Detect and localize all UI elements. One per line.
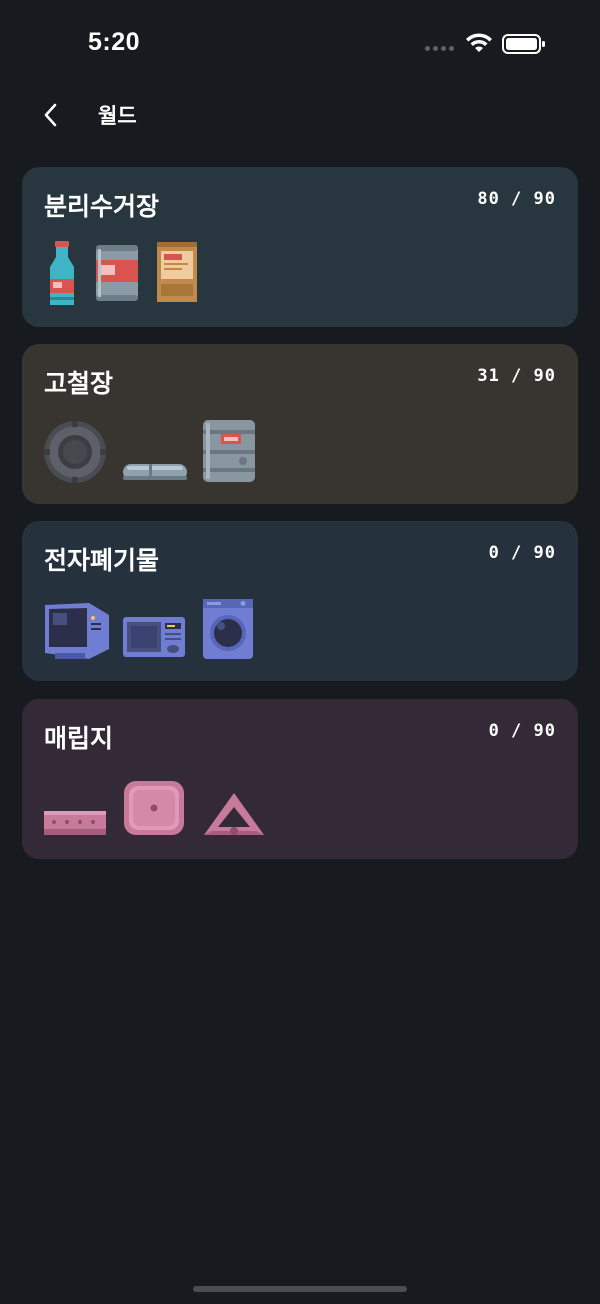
pipe-icon <box>123 464 187 480</box>
world-name: 전자폐기물 <box>44 546 160 575</box>
world-progress-count: 31 / 90 <box>477 366 556 386</box>
status-time: 5:20 <box>88 28 141 56</box>
world-card-recycling[interactable]: 분리수거장 80 / 90 <box>22 167 578 327</box>
wifi-icon <box>466 33 492 52</box>
back-button[interactable] <box>30 94 72 136</box>
world-card-landfill[interactable]: 매립지 0 / 90 <box>22 699 578 859</box>
battery-icon <box>502 34 545 54</box>
navigation-bar: 월드 <box>0 90 600 140</box>
can-icon <box>96 245 138 301</box>
world-items <box>42 769 342 843</box>
world-name: 분리수거장 <box>44 192 160 221</box>
barrel-icon <box>203 420 255 482</box>
monitor-icon <box>45 603 109 659</box>
home-indicator[interactable] <box>193 1286 407 1292</box>
world-select-screen: 5:20 월드 분리수거장 80 / 90 고철장 31 / 90 전자폐기물 … <box>0 0 600 1304</box>
world-progress-count: 0 / 90 <box>488 543 556 563</box>
microwave-icon <box>123 617 185 657</box>
plank-icon <box>44 811 106 835</box>
world-name: 매립지 <box>44 724 114 753</box>
chevron-left-icon <box>44 103 57 127</box>
world-card-scrapyard[interactable]: 고철장 31 / 90 <box>22 344 578 504</box>
world-items <box>42 414 342 488</box>
world-items <box>42 237 342 311</box>
page-title: 월드 <box>98 104 137 128</box>
world-progress-count: 0 / 90 <box>488 721 556 741</box>
tire-icon <box>44 421 106 483</box>
world-progress-count: 80 / 90 <box>477 189 556 209</box>
triangle-icon <box>204 793 264 835</box>
container-icon <box>124 781 184 835</box>
status-bar: 5:20 <box>0 0 600 90</box>
carton-icon <box>157 242 197 302</box>
bottle-icon <box>50 241 74 305</box>
world-card-e-waste[interactable]: 전자폐기물 0 / 90 <box>22 521 578 681</box>
washing-machine-icon <box>203 599 253 659</box>
cellular-signal-icon <box>425 46 454 51</box>
world-items <box>42 591 342 665</box>
world-name: 고철장 <box>44 369 114 398</box>
